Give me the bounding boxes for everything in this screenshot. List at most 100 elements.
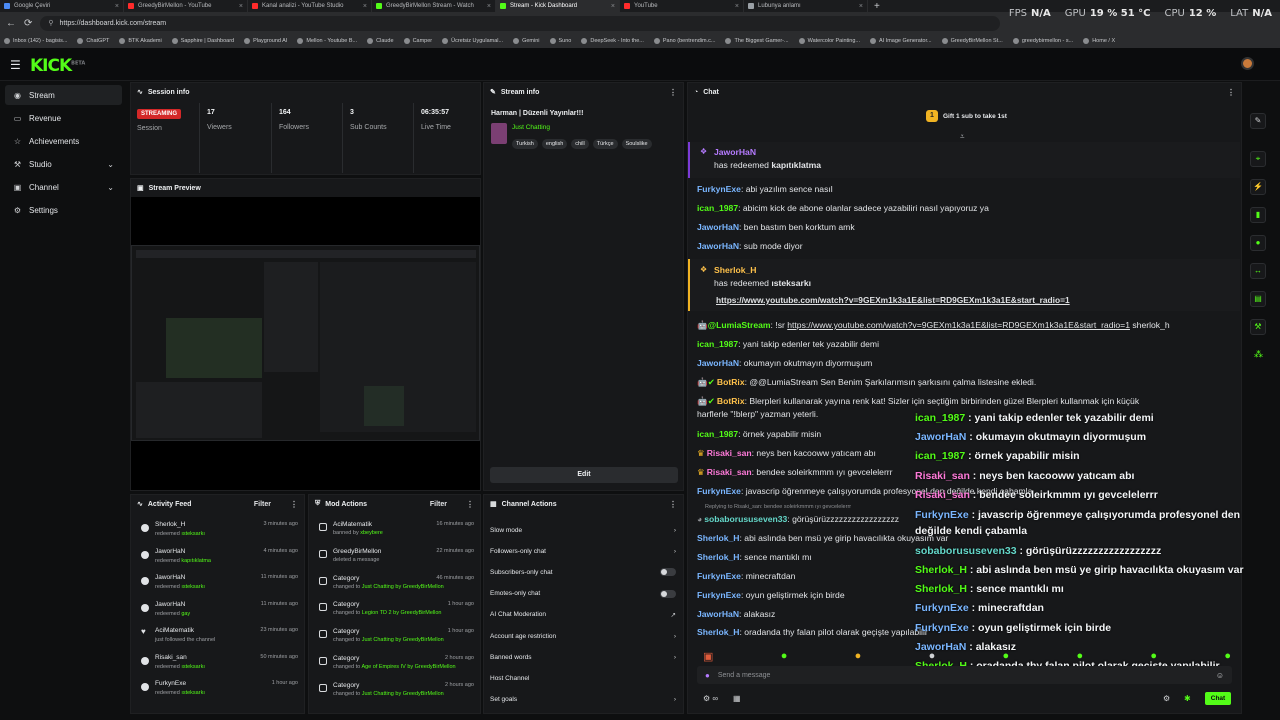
address-bar[interactable]: ⚲ https://dashboard.kick.com/stream <box>40 15 1001 31</box>
channel-action-set-goals[interactable]: Set goals › <box>490 691 676 709</box>
emote-icon[interactable]: ▣ <box>703 650 713 663</box>
channel-action-subscribers-only-chat[interactable]: Subscribers-only chat <box>490 563 676 581</box>
gear-icon[interactable]: ⚙ <box>1163 694 1170 703</box>
activity-username[interactable]: JaworHaN <box>155 574 185 581</box>
chat-username[interactable]: FurkynExe <box>697 590 741 600</box>
share-icon[interactable]: ⁂ <box>1254 349 1263 360</box>
bookmark-item[interactable]: Sapphire | Dashboard <box>171 38 234 44</box>
chat-username[interactable]: Risaki_san <box>707 467 752 477</box>
emote-icon[interactable]: ● <box>855 650 862 662</box>
browser-tab[interactable]: Stream - Kick Dashboard × <box>496 0 620 12</box>
chat-username[interactable]: FurkynExe <box>697 184 741 194</box>
activity-username[interactable]: JaworHaN <box>155 548 185 555</box>
bolt-icon[interactable]: ⚡ <box>1250 179 1266 195</box>
site-info-icon[interactable]: ⚲ <box>48 19 53 27</box>
browser-tab[interactable]: GreedyBirMellon - YouTube × <box>124 0 248 12</box>
toggle-switch[interactable] <box>660 568 676 577</box>
avatar[interactable] <box>1241 57 1254 70</box>
channel-action-account-age-restriction[interactable]: Account age restriction › <box>490 627 676 645</box>
close-icon[interactable]: × <box>859 3 863 10</box>
bookmark-item[interactable]: greedybirmellon - s... <box>1012 38 1073 44</box>
emote-icon[interactable]: ● <box>781 650 788 662</box>
sidebar-item-settings[interactable]: ⚙ Settings <box>5 200 122 220</box>
filter-button[interactable]: Filter <box>254 501 271 508</box>
chat-username[interactable]: JaworHaN <box>697 609 739 619</box>
wrench-icon[interactable]: ⚒ <box>1250 319 1266 335</box>
browser-tab[interactable]: GreedyBirMellon Stream - Watch × <box>372 0 496 12</box>
save-icon[interactable]: ▤ <box>1250 291 1266 307</box>
chat-username[interactable]: FurkynExe <box>697 571 741 581</box>
chat-username[interactable]: Sherlok_H <box>697 627 740 637</box>
activity-username[interactable]: Risaki_san <box>155 654 187 661</box>
channel-action-host-channel[interactable]: Host Channel <box>490 669 676 687</box>
trash-icon[interactable]: ▮ <box>1250 207 1266 223</box>
channel-action-banned-words[interactable]: Banned words › <box>490 648 676 666</box>
more-icon[interactable]: ⋮ <box>669 500 677 509</box>
chat-username[interactable]: JaworHaN <box>697 222 739 232</box>
more-icon[interactable]: ⋮ <box>466 500 474 509</box>
arrows-icon[interactable]: ↔ <box>1250 263 1266 279</box>
bookmark-item[interactable]: Inbox (142) - bagisis... <box>4 38 67 44</box>
bookmark-item[interactable]: ChatGPT <box>77 38 109 44</box>
emote-icon[interactable]: ● <box>1224 650 1231 662</box>
bookmark-item[interactable]: Camper <box>403 38 432 44</box>
bookmark-item[interactable]: Ücretsiz Uygulamal... <box>442 38 503 44</box>
bookmark-item[interactable]: AI Image Generator... <box>869 38 932 44</box>
sidebar-item-channel[interactable]: ▣ Channel ⌄ <box>5 177 122 197</box>
chevron-down-icon[interactable]: ⌄ <box>107 160 114 169</box>
activity-username[interactable]: JaworHaN <box>155 601 185 608</box>
bookmark-item[interactable]: Watercolor Painting... <box>798 38 860 44</box>
settings-icons[interactable]: ⚙ ∞ <box>703 694 718 703</box>
activity-username[interactable]: FurkynExe <box>155 680 186 687</box>
sidebar-item-achievements[interactable]: ☆ Achievements <box>5 131 122 151</box>
chat-username[interactable]: Sherlok_H <box>697 552 740 562</box>
activity-username[interactable]: Sherlok_H <box>155 521 185 528</box>
chat-username[interactable]: sobaborususeven33 <box>704 514 787 524</box>
sidebar-item-stream[interactable]: ◉ Stream <box>5 85 122 105</box>
chat-username[interactable]: FurkynExe <box>697 486 741 496</box>
close-icon[interactable]: × <box>239 3 243 10</box>
reload-icon[interactable]: ⟳ <box>24 18 32 29</box>
video-player[interactable] <box>131 197 480 490</box>
close-icon[interactable]: × <box>487 3 491 10</box>
calendar-icon[interactable]: ▦ <box>733 694 741 703</box>
browser-tab[interactable]: Google Çeviri × <box>0 0 124 12</box>
browser-tab[interactable]: YouTube × <box>620 0 744 12</box>
new-tab-icon[interactable]: + <box>874 1 880 12</box>
chat-username[interactable]: ican_1987 <box>697 429 738 439</box>
badge-icon[interactable]: ✱ <box>1184 694 1191 703</box>
close-icon[interactable]: × <box>363 3 367 10</box>
chat-input[interactable]: ● Send a message ☺ <box>697 666 1232 684</box>
chat-username[interactable]: BotRix <box>717 377 745 387</box>
toggle-switch[interactable] <box>660 589 676 598</box>
chat-username[interactable]: JaworHaN <box>697 241 739 251</box>
emote-icon[interactable]: ● <box>929 650 936 662</box>
more-icon[interactable]: ⋮ <box>290 500 298 509</box>
mic-icon[interactable]: ● <box>705 671 710 680</box>
close-icon[interactable]: × <box>611 3 615 10</box>
chat-username[interactable]: Sherlok_H <box>714 265 757 275</box>
bookmark-item[interactable]: Playground AI <box>244 38 287 44</box>
bookmark-item[interactable]: Home / X <box>1083 38 1115 44</box>
channel-action-ai-chat-moderation[interactable]: AI Chat Moderation ↗ <box>490 606 676 624</box>
kick-logo[interactable]: KICKBETA <box>30 56 85 76</box>
bookmark-item[interactable]: The Biggest Gamer-... <box>725 38 789 44</box>
chevron-down-icon[interactable]: ⌄ <box>107 183 114 192</box>
send-chat-button[interactable]: Chat <box>1205 692 1231 705</box>
bookmark-item[interactable]: Gemini <box>513 38 540 44</box>
bookmark-item[interactable]: DeepSeek - Into the... <box>581 38 644 44</box>
redeem-link[interactable]: https://www.youtube.com/watch?v=9GEXm1k3… <box>716 295 1070 305</box>
chat-username[interactable]: Sherlok_H <box>697 533 740 543</box>
menu-icon[interactable]: ☰ <box>10 58 21 72</box>
browser-tab[interactable]: Kanal analizi - YouTube Studio × <box>248 0 372 12</box>
emote-icon[interactable]: ● <box>1076 650 1083 662</box>
bookmark-item[interactable]: GreedyBirMellon St... <box>941 38 1003 44</box>
crop-icon[interactable]: ⌖ <box>1250 151 1266 167</box>
filter-button[interactable]: Filter <box>430 501 447 508</box>
gift-sub-prompt[interactable]: Gift 1 sub to take 1st <box>943 113 1007 120</box>
pencil-icon[interactable]: ✎ <box>1250 113 1266 129</box>
chat-username[interactable]: JaworHaN <box>714 147 756 157</box>
chat-username[interactable]: BotRix <box>717 396 745 406</box>
sidebar-item-revenue[interactable]: ▭ Revenue <box>5 108 122 128</box>
close-icon[interactable]: × <box>115 3 119 10</box>
